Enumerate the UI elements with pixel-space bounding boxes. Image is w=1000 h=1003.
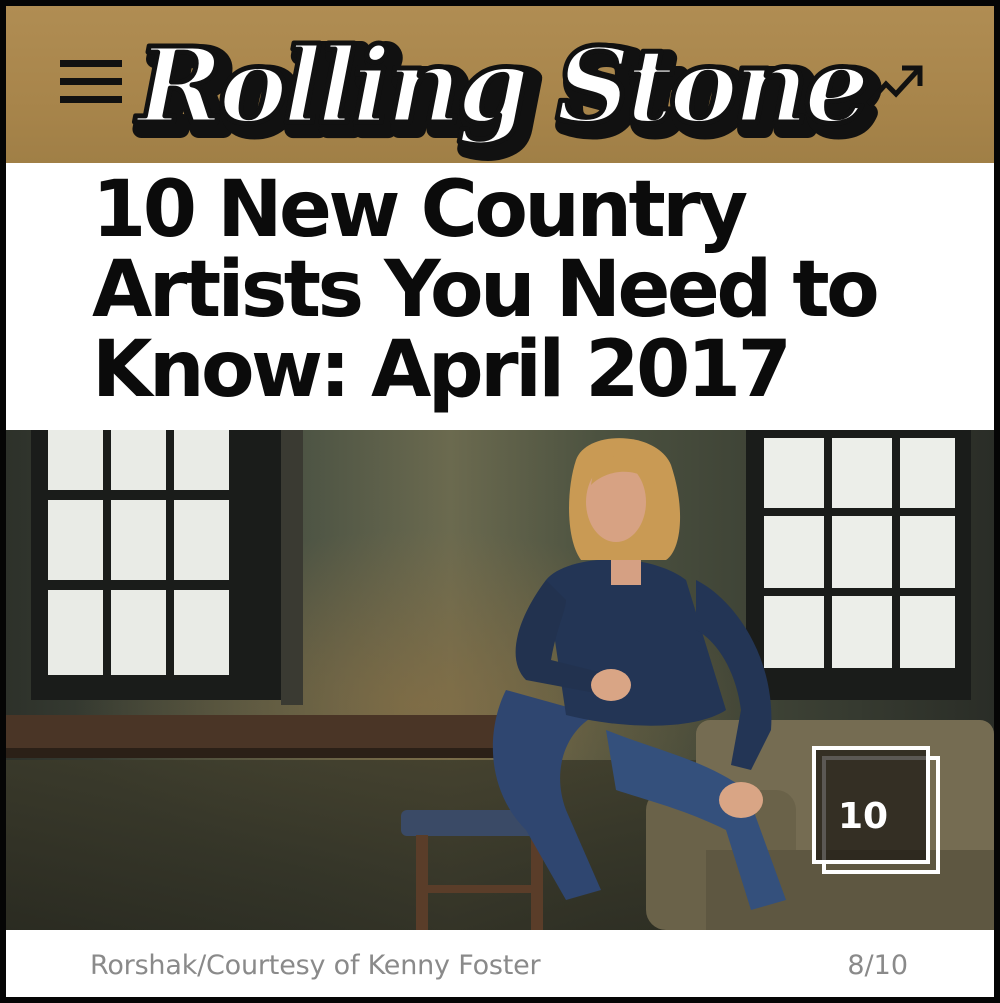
gallery-count: 10 [838, 796, 889, 837]
gallery-stack-front: 10 [812, 746, 930, 864]
rolling-stone-logo[interactable]: Rolling Stone Rolling Stone [131, 10, 886, 164]
trending-arrow-icon[interactable] [854, 54, 930, 112]
gallery-count-button[interactable]: 10 [812, 746, 940, 874]
logo-text: Rolling Stone [134, 24, 866, 147]
photo-credit: Rorshak/Courtesy of Kenny Foster [90, 950, 541, 981]
gallery-position: 8/10 [847, 950, 908, 981]
photo-caption-bar: Rorshak/Courtesy of Kenny Foster 8/10 [6, 930, 994, 997]
site-header: Rolling Stone Rolling Stone [6, 6, 994, 163]
article-headline[interactable]: 10 New Country Artists You Need to Know:… [92, 170, 972, 410]
hamburger-menu-icon[interactable] [60, 58, 122, 106]
app-frame: Rolling Stone Rolling Stone 10 New Count… [6, 6, 994, 997]
